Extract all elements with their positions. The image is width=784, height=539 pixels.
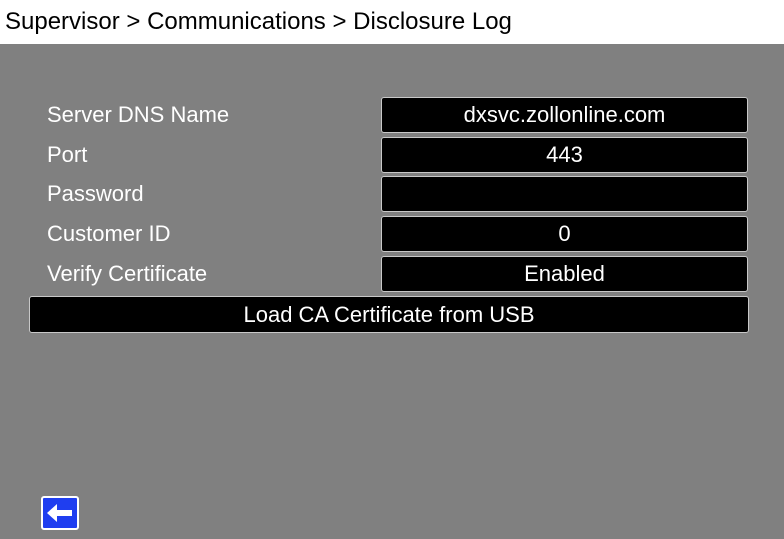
back-button[interactable] [41,496,79,530]
breadcrumb-header: Supervisor > Communications > Disclosure… [0,0,784,44]
customer-id-field[interactable]: 0 [381,216,748,252]
server-dns-field[interactable]: dxsvc.zollonline.com [381,97,748,133]
port-field[interactable]: 443 [381,137,748,173]
port-label: Port [47,142,88,167]
verify-certificate-label: Verify Certificate [47,261,208,286]
breadcrumb: Supervisor > Communications > Disclosure… [5,8,512,35]
customer-id-label: Customer ID [47,221,171,246]
password-field[interactable] [381,176,748,212]
verify-certificate-field[interactable]: Enabled [381,256,748,292]
password-label: Password [47,181,144,206]
back-arrow-icon [47,504,72,522]
server-dns-label: Server DNS Name [47,102,230,127]
load-ca-certificate-button[interactable]: Load CA Certificate from USB [29,296,749,333]
